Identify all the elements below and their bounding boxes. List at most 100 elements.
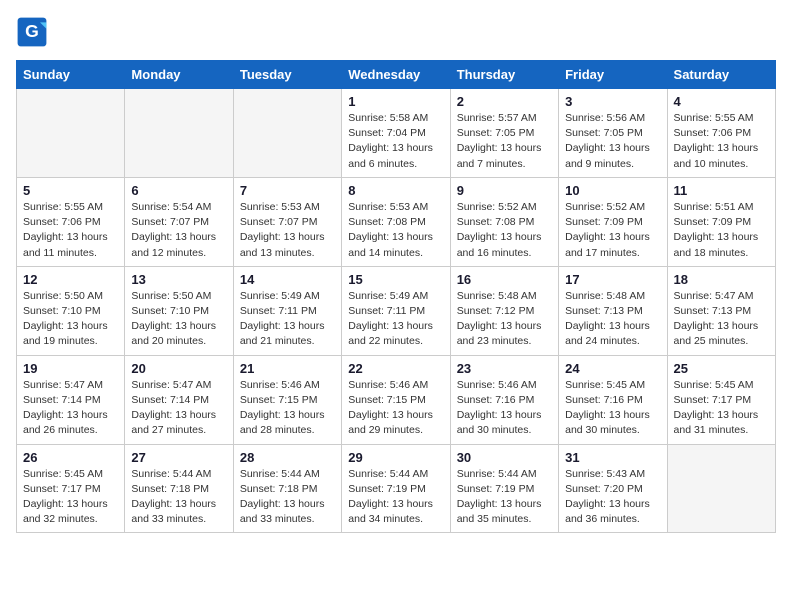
day-number: 19 <box>23 361 118 376</box>
calendar-cell: 22 Sunrise: 5:46 AM Sunset: 7:15 PM Dayli… <box>342 355 450 444</box>
calendar-cell <box>125 89 233 178</box>
calendar-table: SundayMondayTuesdayWednesdayThursdayFrid… <box>16 60 776 533</box>
calendar-cell: 2 Sunrise: 5:57 AM Sunset: 7:05 PM Daylig… <box>450 89 558 178</box>
day-number: 26 <box>23 450 118 465</box>
calendar-cell: 30Sunrise: 5:44 AM Sunset: 7:19 PM Dayli… <box>450 444 558 533</box>
calendar-week-row: 26 Sunrise: 5:45 AM Sunset: 7:17 PM Dayli… <box>17 444 776 533</box>
day-number: 7 <box>240 183 335 198</box>
day-info: Sunrise: 5:52 AM Sunset: 7:08 PM Dayligh… <box>457 200 552 261</box>
calendar-cell: 25 Sunrise: 5:45 AM Sunset: 7:17 PM Dayli… <box>667 355 775 444</box>
day-info: Sunrise: 5:51 AM Sunset: 7:09 PM Dayligh… <box>674 200 769 261</box>
calendar-cell: 11 Sunrise: 5:51 AM Sunset: 7:09 PM Dayli… <box>667 177 775 266</box>
day-number: 1 <box>348 94 443 109</box>
calendar-cell: 31 Sunrise: 5:43 AM Sunset: 7:20 PM Dayli… <box>559 444 667 533</box>
day-info: Sunrise: 5:53 AM Sunset: 7:08 PM Dayligh… <box>348 200 443 261</box>
day-number: 9 <box>457 183 552 198</box>
day-number: 24 <box>565 361 660 376</box>
calendar-cell: 29 Sunrise: 5:44 AM Sunset: 7:19 PM Dayli… <box>342 444 450 533</box>
day-number: 23 <box>457 361 552 376</box>
day-number: 8 <box>348 183 443 198</box>
calendar-week-row: 19 Sunrise: 5:47 AM Sunset: 7:14 PM Dayli… <box>17 355 776 444</box>
day-info: Sunrise: 5:50 AM Sunset: 7:10 PM Dayligh… <box>23 289 118 350</box>
calendar-cell <box>17 89 125 178</box>
header-wednesday: Wednesday <box>342 61 450 89</box>
day-info: Sunrise: 5:43 AM Sunset: 7:20 PM Dayligh… <box>565 467 660 528</box>
header-tuesday: Tuesday <box>233 61 341 89</box>
day-number: 11 <box>674 183 769 198</box>
calendar-week-row: 12 Sunrise: 5:50 AM Sunset: 7:10 PM Dayli… <box>17 266 776 355</box>
calendar-cell: 1 Sunrise: 5:58 AM Sunset: 7:04 PM Daylig… <box>342 89 450 178</box>
calendar-cell: 5 Sunrise: 5:55 AM Sunset: 7:06 PM Daylig… <box>17 177 125 266</box>
day-number: 16 <box>457 272 552 287</box>
day-info: Sunrise: 5:44 AM Sunset: 7:18 PM Dayligh… <box>131 467 226 528</box>
day-number: 5 <box>23 183 118 198</box>
day-number: 21 <box>240 361 335 376</box>
day-info: Sunrise: 5:45 AM Sunset: 7:16 PM Dayligh… <box>565 378 660 439</box>
day-number: 31 <box>565 450 660 465</box>
day-number: 2 <box>457 94 552 109</box>
calendar-cell: 17 Sunrise: 5:48 AM Sunset: 7:13 PM Dayli… <box>559 266 667 355</box>
day-info: Sunrise: 5:46 AM Sunset: 7:16 PM Dayligh… <box>457 378 552 439</box>
calendar-cell: 24 Sunrise: 5:45 AM Sunset: 7:16 PM Dayli… <box>559 355 667 444</box>
day-info: Sunrise: 5:56 AM Sunset: 7:05 PM Dayligh… <box>565 111 660 172</box>
day-info: Sunrise: 5:53 AM Sunset: 7:07 PM Dayligh… <box>240 200 335 261</box>
day-info: Sunrise: 5:45 AM Sunset: 7:17 PM Dayligh… <box>23 467 118 528</box>
calendar-week-row: 5 Sunrise: 5:55 AM Sunset: 7:06 PM Daylig… <box>17 177 776 266</box>
header-friday: Friday <box>559 61 667 89</box>
day-number: 15 <box>348 272 443 287</box>
day-info: Sunrise: 5:50 AM Sunset: 7:10 PM Dayligh… <box>131 289 226 350</box>
day-info: Sunrise: 5:55 AM Sunset: 7:06 PM Dayligh… <box>674 111 769 172</box>
day-info: Sunrise: 5:58 AM Sunset: 7:04 PM Dayligh… <box>348 111 443 172</box>
day-info: Sunrise: 5:57 AM Sunset: 7:05 PM Dayligh… <box>457 111 552 172</box>
calendar-cell: 14 Sunrise: 5:49 AM Sunset: 7:11 PM Dayli… <box>233 266 341 355</box>
day-number: 10 <box>565 183 660 198</box>
day-number: 17 <box>565 272 660 287</box>
calendar-cell: 21 Sunrise: 5:46 AM Sunset: 7:15 PM Dayli… <box>233 355 341 444</box>
day-info: Sunrise: 5:48 AM Sunset: 7:12 PM Dayligh… <box>457 289 552 350</box>
calendar-cell: 19Sunrise: 5:47 AM Sunset: 7:14 PM Dayli… <box>17 355 125 444</box>
day-number: 29 <box>348 450 443 465</box>
day-info: Sunrise: 5:44 AM Sunset: 7:19 PM Dayligh… <box>457 467 552 528</box>
calendar-cell <box>667 444 775 533</box>
day-info: Sunrise: 5:47 AM Sunset: 7:14 PM Dayligh… <box>131 378 226 439</box>
day-info: Sunrise: 5:44 AM Sunset: 7:18 PM Dayligh… <box>240 467 335 528</box>
calendar-cell: 15 Sunrise: 5:49 AM Sunset: 7:11 PM Dayli… <box>342 266 450 355</box>
calendar-cell: 26 Sunrise: 5:45 AM Sunset: 7:17 PM Dayli… <box>17 444 125 533</box>
day-number: 3 <box>565 94 660 109</box>
page-header: G <box>16 16 776 48</box>
day-info: Sunrise: 5:49 AM Sunset: 7:11 PM Dayligh… <box>240 289 335 350</box>
day-info: Sunrise: 5:45 AM Sunset: 7:17 PM Dayligh… <box>674 378 769 439</box>
day-info: Sunrise: 5:48 AM Sunset: 7:13 PM Dayligh… <box>565 289 660 350</box>
calendar-cell <box>233 89 341 178</box>
header-monday: Monday <box>125 61 233 89</box>
day-info: Sunrise: 5:52 AM Sunset: 7:09 PM Dayligh… <box>565 200 660 261</box>
day-number: 14 <box>240 272 335 287</box>
day-number: 13 <box>131 272 226 287</box>
header-saturday: Saturday <box>667 61 775 89</box>
calendar-cell: 8 Sunrise: 5:53 AM Sunset: 7:08 PM Daylig… <box>342 177 450 266</box>
day-number: 4 <box>674 94 769 109</box>
day-number: 28 <box>240 450 335 465</box>
calendar-cell: 4 Sunrise: 5:55 AM Sunset: 7:06 PM Daylig… <box>667 89 775 178</box>
calendar-cell: 16 Sunrise: 5:48 AM Sunset: 7:12 PM Dayli… <box>450 266 558 355</box>
day-info: Sunrise: 5:46 AM Sunset: 7:15 PM Dayligh… <box>240 378 335 439</box>
calendar-cell: 13 Sunrise: 5:50 AM Sunset: 7:10 PM Dayli… <box>125 266 233 355</box>
day-info: Sunrise: 5:55 AM Sunset: 7:06 PM Dayligh… <box>23 200 118 261</box>
day-number: 6 <box>131 183 226 198</box>
day-number: 25 <box>674 361 769 376</box>
calendar-cell: 20Sunrise: 5:47 AM Sunset: 7:14 PM Dayli… <box>125 355 233 444</box>
day-info: Sunrise: 5:46 AM Sunset: 7:15 PM Dayligh… <box>348 378 443 439</box>
logo-icon: G <box>16 16 48 48</box>
day-number: 22 <box>348 361 443 376</box>
calendar-cell: 7 Sunrise: 5:53 AM Sunset: 7:07 PM Daylig… <box>233 177 341 266</box>
calendar-cell: 10 Sunrise: 5:52 AM Sunset: 7:09 PM Dayli… <box>559 177 667 266</box>
day-info: Sunrise: 5:47 AM Sunset: 7:13 PM Dayligh… <box>674 289 769 350</box>
day-info: Sunrise: 5:49 AM Sunset: 7:11 PM Dayligh… <box>348 289 443 350</box>
calendar-cell: 12 Sunrise: 5:50 AM Sunset: 7:10 PM Dayli… <box>17 266 125 355</box>
logo: G <box>16 16 52 48</box>
day-number: 12 <box>23 272 118 287</box>
calendar-cell: 18Sunrise: 5:47 AM Sunset: 7:13 PM Dayli… <box>667 266 775 355</box>
day-info: Sunrise: 5:44 AM Sunset: 7:19 PM Dayligh… <box>348 467 443 528</box>
calendar-cell: 9 Sunrise: 5:52 AM Sunset: 7:08 PM Daylig… <box>450 177 558 266</box>
header-sunday: Sunday <box>17 61 125 89</box>
